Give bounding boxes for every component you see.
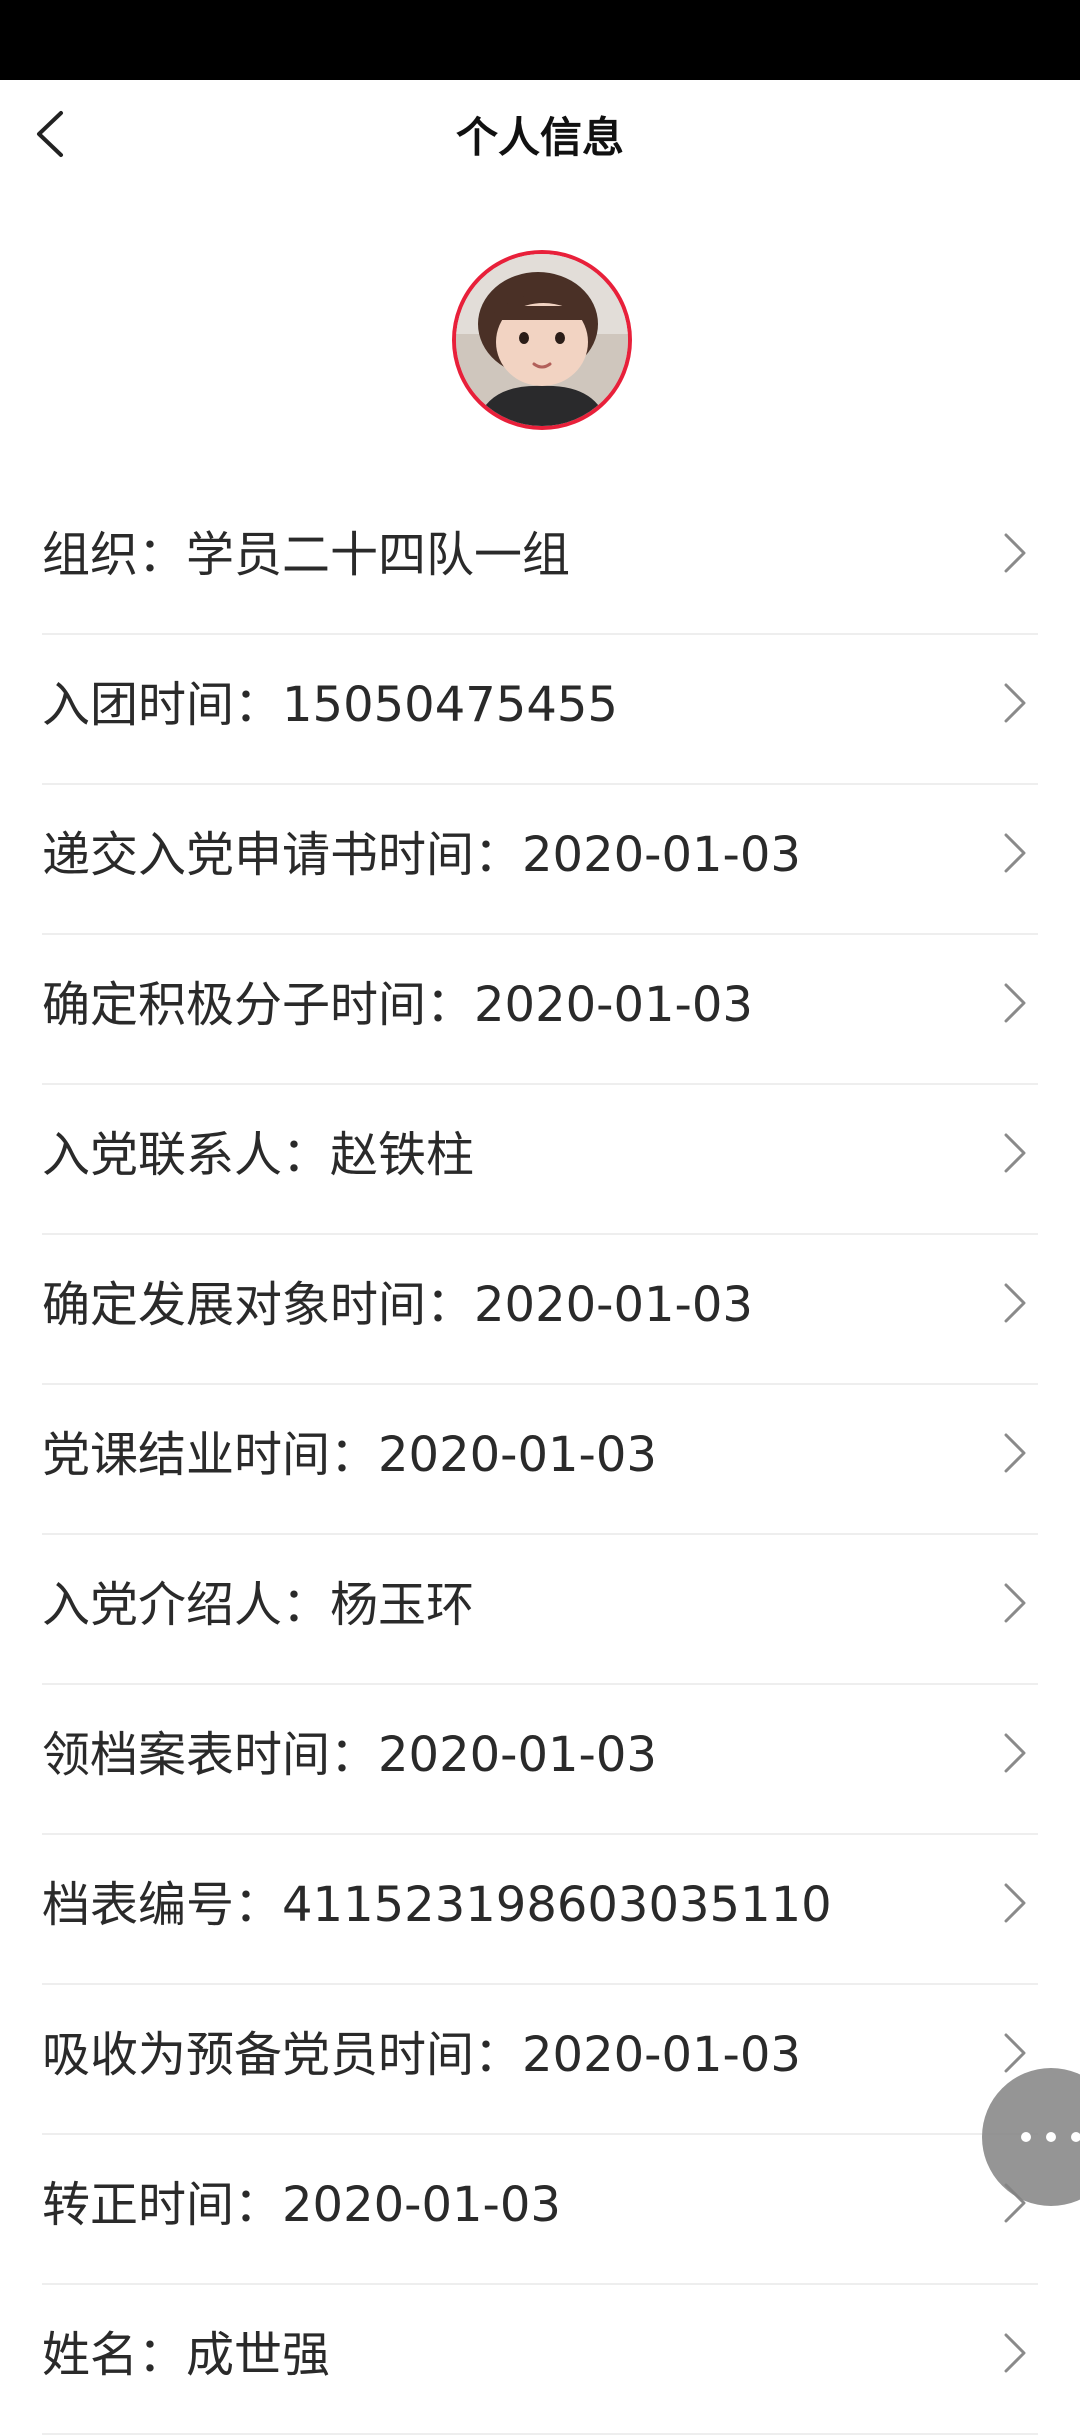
chevron-right-icon xyxy=(1004,533,1026,573)
chevron-right-icon xyxy=(1004,1883,1026,1923)
list-item[interactable]: 递交入党申请书时间：2020-01-03 xyxy=(42,785,1038,935)
list-item-text: 转正时间：2020-01-03 xyxy=(42,2177,561,2233)
list-item[interactable]: 姓名：成世强 xyxy=(42,2285,1038,2435)
list-item[interactable]: 吸收为预备党员时间：2020-01-03 xyxy=(42,1985,1038,2135)
list-item-text: 入党联系人：赵铁柱 xyxy=(42,1127,475,1183)
chevron-right-icon xyxy=(1004,833,1026,873)
list-item-text: 入党介绍人：杨玉环 xyxy=(42,1577,475,1633)
chevron-right-icon xyxy=(1004,1583,1026,1623)
list-item-text: 档表编号：411523198603035110 xyxy=(42,1877,832,1933)
list-item[interactable]: 入党联系人：赵铁柱 xyxy=(42,1085,1038,1235)
chevron-right-icon xyxy=(1004,1733,1026,1773)
chevron-right-icon xyxy=(1004,2033,1026,2073)
list-item[interactable]: 档表编号：411523198603035110 xyxy=(42,1835,1038,1985)
chevron-right-icon xyxy=(1004,2333,1026,2373)
chevron-right-icon xyxy=(1004,983,1026,1023)
list-item-text: 领档案表时间：2020-01-03 xyxy=(42,1727,657,1783)
list-item[interactable]: 组织：学员二十四队一组 xyxy=(42,485,1038,635)
list-item[interactable]: 入团时间：15050475455 xyxy=(42,635,1038,785)
list-item-text: 入团时间：15050475455 xyxy=(42,677,618,733)
chevron-right-icon xyxy=(1004,1283,1026,1323)
avatar[interactable] xyxy=(452,250,632,430)
list-item-text: 吸收为预备党员时间：2020-01-03 xyxy=(42,2027,801,2083)
list-item-text: 递交入党申请书时间：2020-01-03 xyxy=(42,827,801,883)
list-item[interactable]: 领档案表时间：2020-01-03 xyxy=(42,1685,1038,1835)
status-bar xyxy=(0,0,1080,80)
more-dots-icon xyxy=(1021,2132,1080,2142)
chevron-right-icon xyxy=(1004,1133,1026,1173)
chevron-right-icon xyxy=(1004,683,1026,723)
list-item[interactable]: 入党介绍人：杨玉环 xyxy=(42,1535,1038,1685)
list-item-text: 组织：学员二十四队一组 xyxy=(42,527,571,583)
list-item[interactable]: 转正时间：2020-01-03 xyxy=(42,2135,1038,2285)
list-item[interactable]: 确定积极分子时间：2020-01-03 xyxy=(42,935,1038,1085)
page-title: 个人信息 xyxy=(455,113,624,162)
list-item-text: 姓名：成世强 xyxy=(42,2327,331,2383)
info-list: 组织：学员二十四队一组 入团时间：15050475455 递交入党申请书时间：2… xyxy=(42,485,1038,2435)
list-item[interactable]: 党课结业时间：2020-01-03 xyxy=(42,1385,1038,1535)
list-item-text: 确定积极分子时间：2020-01-03 xyxy=(42,977,753,1033)
list-item-text: 确定发展对象时间：2020-01-03 xyxy=(42,1277,753,1333)
list-item[interactable]: 确定发展对象时间：2020-01-03 xyxy=(42,1235,1038,1385)
list-item-text: 党课结业时间：2020-01-03 xyxy=(42,1427,657,1483)
nav-bar: 个人信息 xyxy=(0,80,1080,192)
avatar-photo xyxy=(456,254,628,426)
chevron-right-icon xyxy=(1004,1433,1026,1473)
